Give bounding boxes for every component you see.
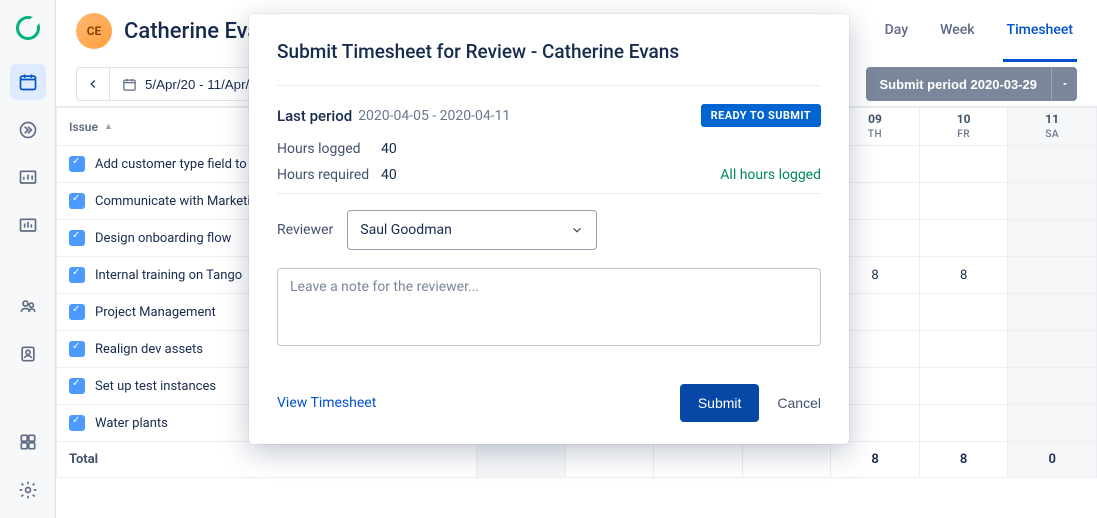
status-badge: READY TO SUBMIT — [701, 104, 821, 127]
reviewer-label: Reviewer — [277, 222, 333, 238]
hours-logged-value: 40 — [381, 141, 397, 157]
modal-overlay: Submit Timesheet for Review - Catherine … — [0, 0, 1097, 518]
reviewer-note-input[interactable] — [277, 268, 821, 346]
reviewer-select[interactable]: Saul Goodman — [347, 210, 597, 250]
hours-required-value: 40 — [381, 167, 397, 183]
modal-title: Submit Timesheet for Review - Catherine … — [277, 40, 821, 63]
submit-button[interactable]: Submit — [680, 384, 760, 422]
cancel-button[interactable]: Cancel — [777, 395, 821, 411]
hours-required-label: Hours required — [277, 167, 381, 183]
reviewer-value: Saul Goodman — [360, 222, 452, 238]
period-label: Last period — [277, 107, 352, 125]
period-dates: 2020-04-05 - 2020-04-11 — [358, 108, 510, 124]
chevron-down-icon — [570, 223, 584, 237]
view-timesheet-link[interactable]: View Timesheet — [277, 395, 376, 411]
submit-timesheet-modal: Submit Timesheet for Review - Catherine … — [249, 14, 849, 444]
all-logged-status: All hours logged — [720, 167, 821, 183]
hours-logged-label: Hours logged — [277, 141, 381, 157]
